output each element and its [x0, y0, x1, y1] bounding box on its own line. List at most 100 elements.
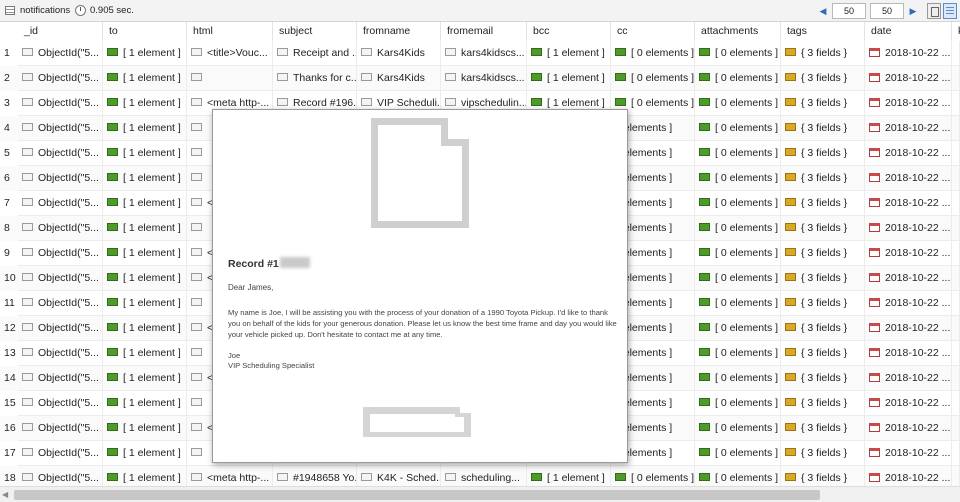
cell-id[interactable]: ObjectId("5... — [18, 316, 103, 341]
cell-tags[interactable]: { 3 fields } — [781, 266, 865, 291]
cell-tags[interactable]: { 3 fields } — [781, 216, 865, 241]
cell-tags[interactable]: { 3 fields } — [781, 141, 865, 166]
column-header-attachments[interactable]: attachments — [695, 22, 781, 41]
cell-id[interactable]: ObjectId("5... — [18, 141, 103, 166]
cell-cc[interactable]: [ 0 elements ] — [611, 41, 695, 66]
cell-tags[interactable]: { 3 fields } — [781, 166, 865, 191]
cell-to[interactable]: [ 1 element ] — [103, 116, 187, 141]
cell-fromname[interactable]: Kars4Kids — [357, 41, 441, 66]
cell-subject[interactable]: Receipt and ... — [273, 41, 357, 66]
cell-date[interactable]: 2018-10-22 ... — [865, 141, 952, 166]
cell-tags[interactable]: { 3 fields } — [781, 66, 865, 91]
cell-k[interactable] — [952, 266, 960, 291]
cell-attachments[interactable]: [ 0 elements ] — [695, 91, 781, 116]
cell-id[interactable]: ObjectId("5... — [18, 416, 103, 441]
column-header-fromname[interactable]: fromname — [357, 22, 441, 41]
cell-to[interactable]: [ 1 element ] — [103, 266, 187, 291]
cell-fromemail[interactable]: kars4kidscs... — [441, 41, 527, 66]
cell-to[interactable]: [ 1 element ] — [103, 191, 187, 216]
cell-to[interactable]: [ 1 element ] — [103, 41, 187, 66]
next-page-icon[interactable]: ▶ — [908, 5, 918, 17]
cell-date[interactable]: 2018-10-22 ... — [865, 66, 952, 91]
cell-tags[interactable]: { 3 fields } — [781, 316, 865, 341]
cell-fromemail[interactable]: kars4kidscs... — [441, 66, 527, 91]
cell-tags[interactable]: { 3 fields } — [781, 191, 865, 216]
text-view-icon[interactable] — [927, 3, 941, 19]
column-header-fromemail[interactable]: fromemail — [441, 22, 527, 41]
limit-input[interactable]: 50 — [870, 3, 904, 19]
cell-attachments[interactable]: [ 0 elements ] — [695, 241, 781, 266]
cell-attachments[interactable]: [ 0 elements ] — [695, 66, 781, 91]
cell-attachments[interactable]: [ 0 elements ] — [695, 141, 781, 166]
cell-id[interactable]: ObjectId("5... — [18, 366, 103, 391]
cell-k[interactable] — [952, 291, 960, 316]
cell-to[interactable]: [ 1 element ] — [103, 216, 187, 241]
cell-bcc[interactable]: [ 1 element ] — [527, 41, 611, 66]
cell-id[interactable]: ObjectId("5... — [18, 191, 103, 216]
cell-id[interactable]: ObjectId("5... — [18, 216, 103, 241]
horizontal-scrollbar[interactable]: ◀ — [0, 486, 960, 502]
cell-id[interactable]: ObjectId("5... — [18, 166, 103, 191]
cell-date[interactable]: 2018-10-22 ... — [865, 41, 952, 66]
cell-id[interactable]: ObjectId("5... — [18, 441, 103, 466]
cell-id[interactable]: ObjectId("5... — [18, 66, 103, 91]
cell-k[interactable] — [952, 66, 960, 91]
cell-tags[interactable]: { 3 fields } — [781, 441, 865, 466]
cell-to[interactable]: [ 1 element ] — [103, 316, 187, 341]
table-view-icon[interactable] — [943, 3, 957, 19]
cell-k[interactable] — [952, 141, 960, 166]
cell-k[interactable] — [952, 116, 960, 141]
cell-attachments[interactable]: [ 0 elements ] — [695, 391, 781, 416]
cell-date[interactable]: 2018-10-22 ... — [865, 266, 952, 291]
cell-tags[interactable]: { 3 fields } — [781, 41, 865, 66]
cell-date[interactable]: 2018-10-22 ... — [865, 441, 952, 466]
cell-to[interactable]: [ 1 element ] — [103, 416, 187, 441]
scroll-left-icon[interactable]: ◀ — [2, 490, 12, 500]
cell-html[interactable]: <title>Vouc... — [187, 41, 273, 66]
cell-id[interactable]: ObjectId("5... — [18, 341, 103, 366]
cell-date[interactable]: 2018-10-22 ... — [865, 166, 952, 191]
cell-attachments[interactable]: [ 0 elements ] — [695, 41, 781, 66]
cell-id[interactable]: ObjectId("5... — [18, 241, 103, 266]
cell-id[interactable]: ObjectId("5... — [18, 291, 103, 316]
column-header-to[interactable]: to — [103, 22, 187, 41]
cell-date[interactable]: 2018-10-22 ... — [865, 191, 952, 216]
cell-to[interactable]: [ 1 element ] — [103, 441, 187, 466]
cell-date[interactable]: 2018-10-22 ... — [865, 116, 952, 141]
column-header-k[interactable]: k — [952, 22, 960, 41]
cell-date[interactable]: 2018-10-22 ... — [865, 241, 952, 266]
cell-to[interactable]: [ 1 element ] — [103, 66, 187, 91]
cell-to[interactable]: [ 1 element ] — [103, 291, 187, 316]
cell-cc[interactable]: [ 0 elements ] — [611, 66, 695, 91]
cell-attachments[interactable]: [ 0 elements ] — [695, 116, 781, 141]
table-row[interactable]: 1 ObjectId("5... [ 1 element ] <title>Vouc.… — [0, 41, 960, 66]
cell-to[interactable]: [ 1 element ] — [103, 166, 187, 191]
cell-tags[interactable]: { 3 fields } — [781, 341, 865, 366]
cell-id[interactable]: ObjectId("5... — [18, 116, 103, 141]
cell-id[interactable]: ObjectId("5... — [18, 41, 103, 66]
cell-id[interactable]: ObjectId("5... — [18, 266, 103, 291]
cell-k[interactable] — [952, 166, 960, 191]
cell-date[interactable]: 2018-10-22 ... — [865, 416, 952, 441]
cell-tags[interactable]: { 3 fields } — [781, 291, 865, 316]
cell-k[interactable] — [952, 41, 960, 66]
cell-date[interactable]: 2018-10-22 ... — [865, 316, 952, 341]
cell-attachments[interactable]: [ 0 elements ] — [695, 366, 781, 391]
cell-tags[interactable]: { 3 fields } — [781, 116, 865, 141]
cell-tags[interactable]: { 3 fields } — [781, 366, 865, 391]
cell-to[interactable]: [ 1 element ] — [103, 341, 187, 366]
cell-tags[interactable]: { 3 fields } — [781, 91, 865, 116]
cell-k[interactable] — [952, 91, 960, 116]
cell-date[interactable]: 2018-10-22 ... — [865, 391, 952, 416]
skip-input[interactable]: 50 — [832, 3, 866, 19]
cell-attachments[interactable]: [ 0 elements ] — [695, 291, 781, 316]
column-header-subject[interactable]: subject — [273, 22, 357, 41]
cell-date[interactable]: 2018-10-22 ... — [865, 291, 952, 316]
cell-id[interactable]: ObjectId("5... — [18, 391, 103, 416]
cell-k[interactable] — [952, 416, 960, 441]
cell-k[interactable] — [952, 241, 960, 266]
cell-attachments[interactable]: [ 0 elements ] — [695, 316, 781, 341]
cell-attachments[interactable]: [ 0 elements ] — [695, 441, 781, 466]
cell-fromname[interactable]: Kars4Kids — [357, 66, 441, 91]
cell-date[interactable]: 2018-10-22 ... — [865, 216, 952, 241]
